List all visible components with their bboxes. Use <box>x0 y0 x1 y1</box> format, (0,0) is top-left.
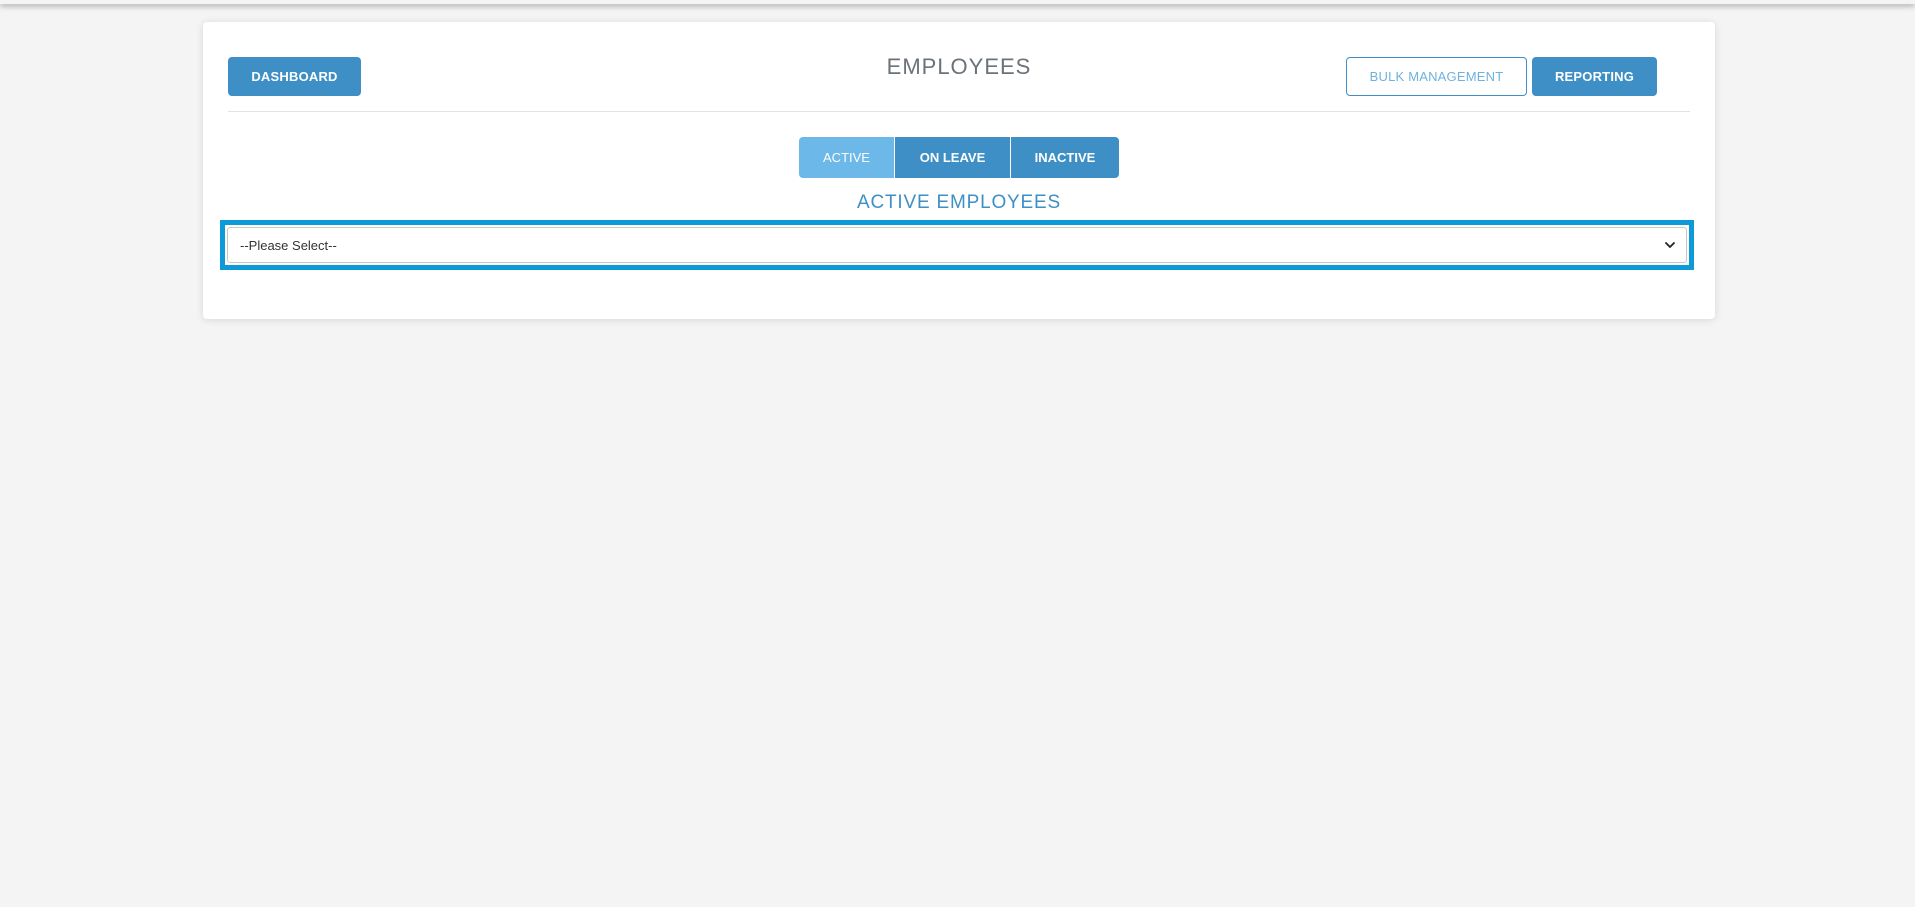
tab-on-leave[interactable]: ON LEAVE <box>895 137 1011 178</box>
bulk-management-button[interactable]: BULK MANAGEMENT <box>1346 57 1527 96</box>
reporting-button[interactable]: REPORTING <box>1532 57 1657 96</box>
employee-select[interactable]: --Please Select-- <box>227 227 1687 263</box>
employee-select-focus-ring: --Please Select-- <box>220 220 1694 270</box>
tab-inactive[interactable]: INACTIVE <box>1011 137 1119 178</box>
status-tab-group: ACTIVE ON LEAVE INACTIVE <box>799 137 1119 178</box>
employee-select-value: --Please Select-- <box>240 237 337 253</box>
header-divider <box>228 111 1690 112</box>
chevron-down-icon <box>1664 239 1676 251</box>
top-bar-shadow <box>0 0 1915 4</box>
employees-panel: DASHBOARD EMPLOYEES BULK MANAGEMENT REPO… <box>203 22 1715 319</box>
tab-active[interactable]: ACTIVE <box>799 137 895 178</box>
section-title: ACTIVE EMPLOYEES <box>857 192 1061 213</box>
